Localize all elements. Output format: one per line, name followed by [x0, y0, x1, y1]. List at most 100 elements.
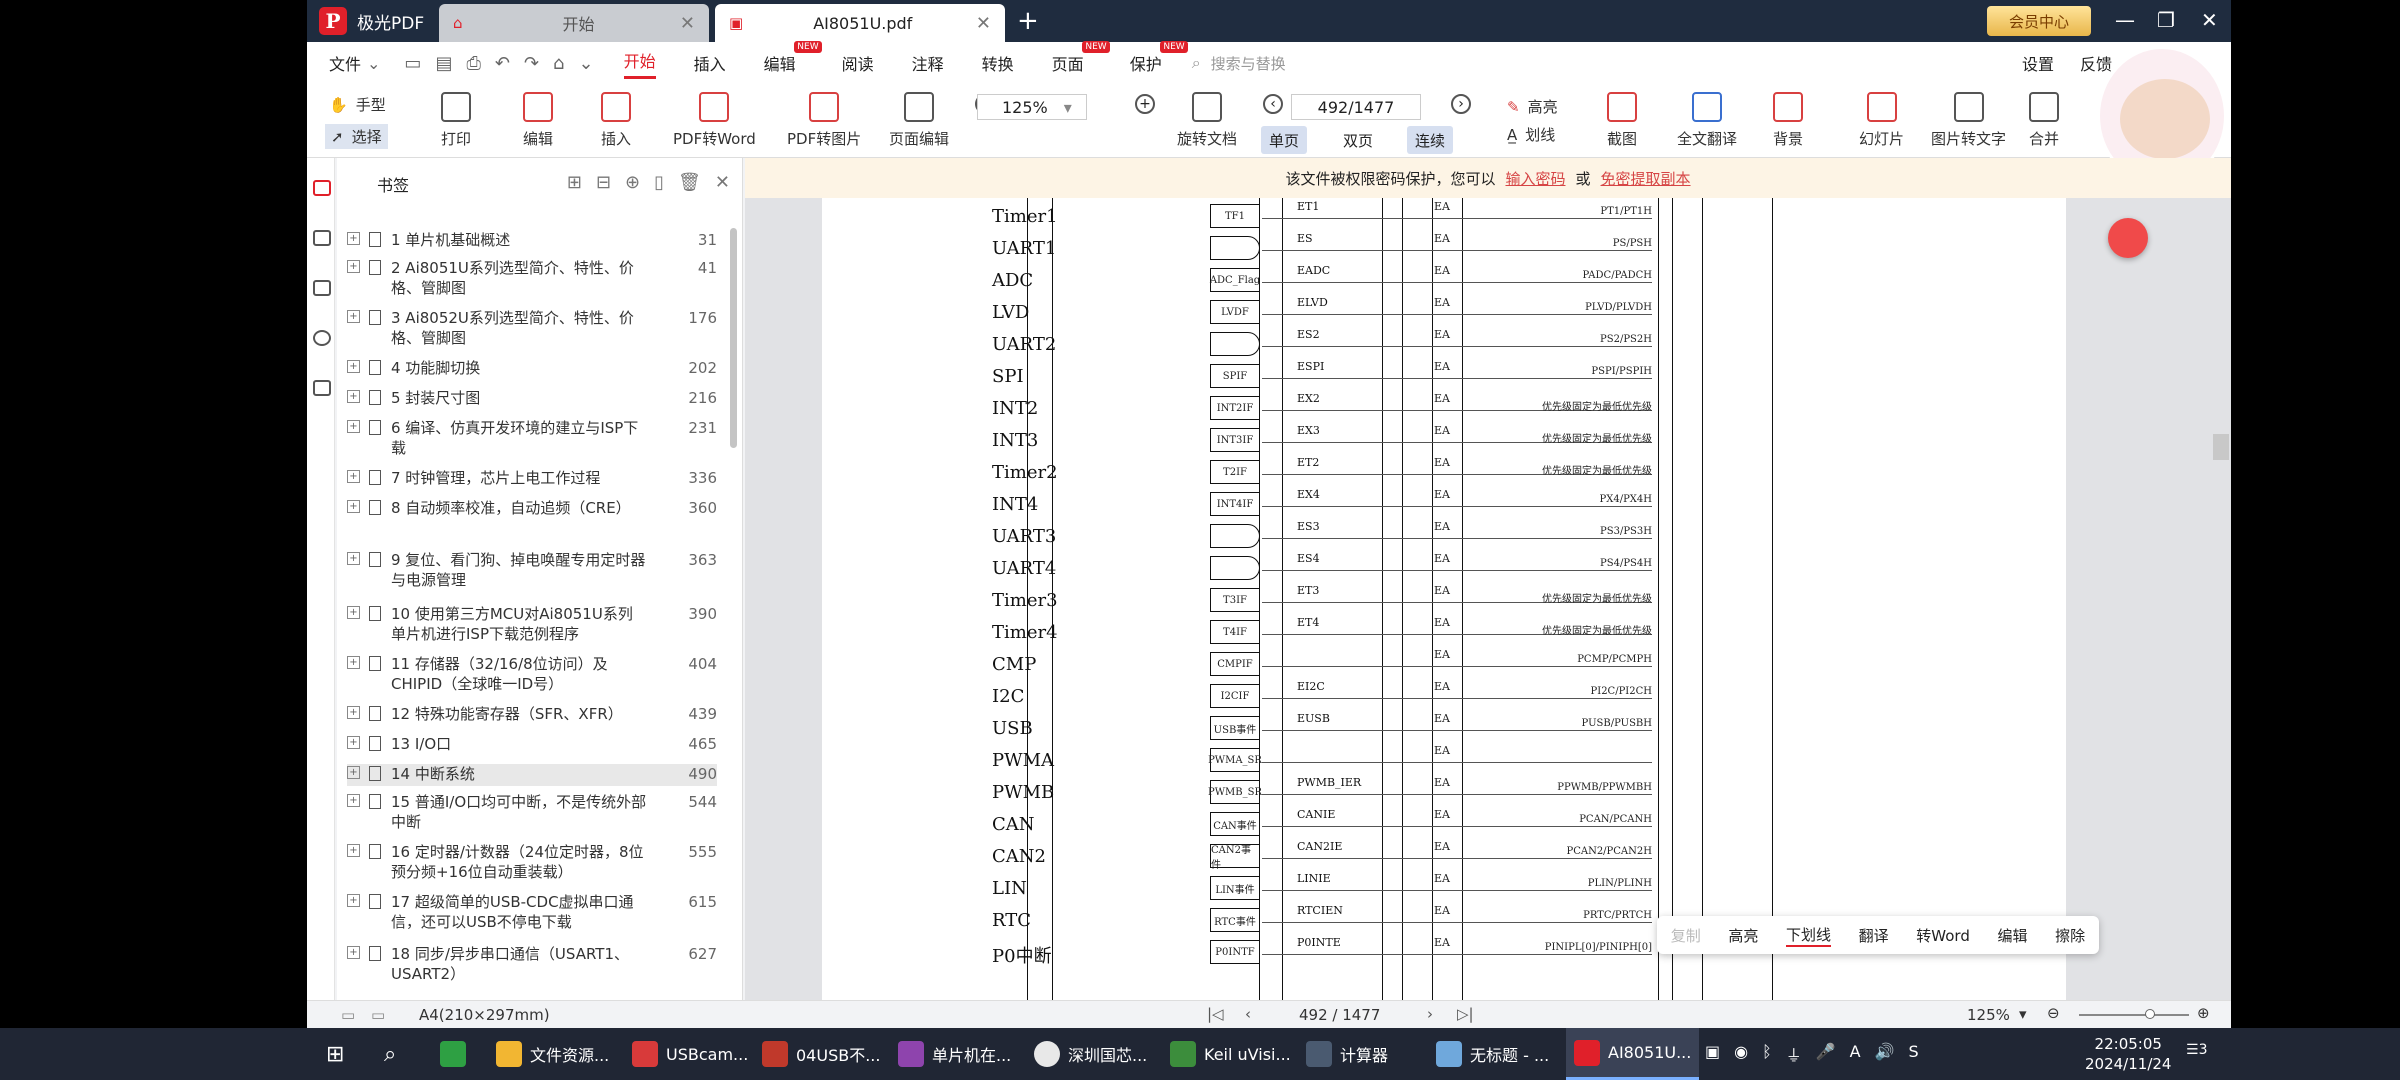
taskbar-chrome[interactable]: 深圳国芯...: [1034, 1028, 1147, 1080]
status-zoom-dropdown-icon[interactable]: ▾: [2019, 1005, 2027, 1023]
tray-security-icon[interactable]: S: [1909, 1042, 1919, 1066]
bookmark-icon[interactable]: ▯: [654, 172, 664, 193]
taskbar-paint[interactable]: 无标题 - ...: [1436, 1028, 1549, 1080]
comment-panel-icon[interactable]: [313, 280, 331, 296]
menu-feedback[interactable]: 反馈: [2080, 51, 2112, 75]
zoom-slider[interactable]: [2079, 1014, 2189, 1016]
bookmark-item[interactable]: +13 I/O口 465: [347, 734, 717, 756]
menu-insert[interactable]: 插入: [694, 51, 726, 75]
bookmark-item[interactable]: +3 Ai8052U系列选型简介、特性、价格、管脚图 176: [347, 308, 717, 350]
bookmark-panel-icon[interactable]: [313, 180, 331, 196]
more-dropdown-icon[interactable]: ⌄: [578, 53, 593, 74]
search-panel-icon[interactable]: [313, 330, 331, 346]
menu-convert[interactable]: 转换: [982, 51, 1014, 75]
popup-translate[interactable]: 翻译: [1859, 925, 1889, 946]
menu-file[interactable]: 文件: [329, 51, 361, 75]
open-folder-icon[interactable]: ▭: [404, 53, 421, 74]
undo-icon[interactable]: ↶: [495, 53, 510, 74]
fit-width-icon[interactable]: ▭: [371, 1006, 385, 1024]
popup-highlight[interactable]: 高亮: [1728, 925, 1758, 946]
popup-to-word[interactable]: 转Word: [1916, 925, 1970, 946]
expand-toggle-icon[interactable]: +: [347, 894, 360, 907]
bookmark-item[interactable]: +6 编译、仿真开发环境的建立与ISP下载 231: [347, 418, 717, 460]
taskbar-usbcam[interactable]: USBcam...: [632, 1028, 748, 1080]
app-logo[interactable]: P 极光PDF: [319, 7, 424, 35]
pdf-to-image-button[interactable]: PDF转图片: [787, 92, 861, 149]
bookmark-item[interactable]: +4 功能脚切换 202: [347, 358, 717, 380]
underline-button[interactable]: A̲ 划线: [1507, 124, 1555, 145]
taskbar-usb-doc[interactable]: 04USB不...: [762, 1028, 880, 1080]
menu-protect[interactable]: 保护 NEW: [1130, 41, 1188, 75]
bookmark-item[interactable]: +11 存储器（32/16/8位访问）及CHIPID（全球唯一ID号） 404: [347, 654, 717, 696]
delete-icon[interactable]: 🗑: [678, 172, 701, 193]
expand-toggle-icon[interactable]: +: [347, 606, 360, 619]
vip-center-button[interactable]: 会员中心: [1987, 6, 2091, 36]
next-page-icon[interactable]: ›: [1451, 94, 1471, 114]
single-page-button[interactable]: 单页: [1261, 126, 1308, 154]
system-clock[interactable]: 22:05:05 2024/11/24: [2085, 1034, 2171, 1074]
tab-document-close-icon[interactable]: ✕: [976, 13, 991, 34]
last-page-icon[interactable]: ▷|: [1457, 1005, 1474, 1023]
menu-annotate[interactable]: 注释: [912, 51, 944, 75]
expand-toggle-icon[interactable]: +: [347, 736, 360, 749]
expand-toggle-icon[interactable]: +: [347, 844, 360, 857]
taskbar-pdf[interactable]: AI8051U...: [1566, 1028, 1700, 1080]
bookmark-item[interactable]: +2 Ai8051U系列选型简介、特性、价格、管脚图 41: [347, 258, 717, 300]
popup-erase[interactable]: 擦除: [2055, 925, 2085, 946]
zoom-select[interactable]: 125% ▾: [977, 94, 1087, 120]
start-button[interactable]: ⊞: [326, 1028, 344, 1080]
taskbar-calculator[interactable]: 计算器: [1306, 1028, 1388, 1080]
menu-read[interactable]: 阅读: [842, 51, 874, 75]
expand-toggle-icon[interactable]: +: [347, 470, 360, 483]
page-number-input[interactable]: 492/1477: [1291, 94, 1421, 120]
rotate-doc-button[interactable]: 旋转文档: [1177, 92, 1237, 149]
expand-toggle-icon[interactable]: +: [347, 390, 360, 403]
zoom-slider-thumb[interactable]: [2145, 1009, 2155, 1019]
tab-home[interactable]: ⌂ 开始 ✕: [439, 4, 709, 42]
status-zoom-out-icon[interactable]: ⊖: [2047, 1004, 2060, 1022]
add-bookmark-icon[interactable]: ⊕: [625, 172, 640, 193]
bookmark-item[interactable]: +1 单片机基础概述 31: [347, 230, 717, 252]
bookmark-item[interactable]: +8 自动频率校准，自动追频（CRE） 360: [347, 498, 717, 520]
bookmark-item[interactable]: +14 中断系统 490: [347, 764, 717, 786]
new-tab-plus-icon[interactable]: +: [1017, 6, 1039, 36]
pdf-to-word-button[interactable]: PDF转Word: [673, 92, 756, 149]
taskbar-keil[interactable]: Keil uVisi...: [1170, 1028, 1291, 1080]
home-quick-icon[interactable]: ⌂: [553, 53, 564, 74]
menu-edit[interactable]: 编辑 NEW: [764, 41, 822, 75]
insert-button[interactable]: 插入: [601, 92, 631, 149]
document-scrollbar[interactable]: [2213, 434, 2229, 460]
tab-home-close-icon[interactable]: ✕: [680, 13, 695, 34]
prev-page-status-icon[interactable]: ‹: [1245, 1005, 1251, 1023]
tray-volume-icon[interactable]: 🔊: [1875, 1042, 1895, 1066]
screenshot-button[interactable]: 截图: [1607, 92, 1637, 149]
expand-toggle-icon[interactable]: +: [347, 766, 360, 779]
notification-button[interactable]: ☰3: [2186, 1042, 2207, 1058]
close-panel-icon[interactable]: ✕: [715, 172, 730, 193]
menu-settings[interactable]: 设置: [2022, 51, 2054, 75]
print-quick-icon[interactable]: ⎙: [466, 53, 480, 74]
highlight-button[interactable]: ✎ 高亮: [1507, 96, 1558, 117]
save-icon[interactable]: ▤: [435, 53, 452, 74]
bookmark-item[interactable]: +18 同步/异步串口通信（USART1、USART2） 627: [347, 944, 717, 986]
collapse-all-icon[interactable]: ⊟: [596, 172, 611, 193]
tray-ime-icon[interactable]: A: [1850, 1042, 1861, 1066]
status-zoom-in-icon[interactable]: ⊕: [2197, 1004, 2210, 1022]
tab-document[interactable]: ▣ AI8051U.pdf ✕: [715, 4, 1005, 42]
expand-toggle-icon[interactable]: +: [347, 500, 360, 513]
double-page-button[interactable]: 双页: [1335, 126, 1381, 154]
image-to-text-button[interactable]: 图片转文字: [1931, 92, 2006, 149]
edit-button[interactable]: 编辑: [523, 92, 553, 149]
zoom-in-icon[interactable]: +: [1135, 94, 1155, 114]
popup-copy[interactable]: 复制: [1671, 925, 1701, 946]
expand-toggle-icon[interactable]: +: [347, 260, 360, 273]
popup-underline[interactable]: 下划线: [1786, 924, 1832, 947]
expand-all-icon[interactable]: ⊞: [567, 172, 582, 193]
tray-bluetooth-icon[interactable]: ᛒ: [1762, 1042, 1772, 1066]
next-page-status-icon[interactable]: ›: [1427, 1005, 1433, 1023]
tray-app-icon[interactable]: ▣: [1705, 1042, 1720, 1066]
taskbar-app-green[interactable]: [440, 1028, 466, 1080]
restore-icon[interactable]: ❐: [2157, 8, 2175, 32]
status-page[interactable]: 492 / 1477: [1299, 1006, 1380, 1024]
tray-mic-icon[interactable]: 🎤: [1816, 1042, 1836, 1066]
